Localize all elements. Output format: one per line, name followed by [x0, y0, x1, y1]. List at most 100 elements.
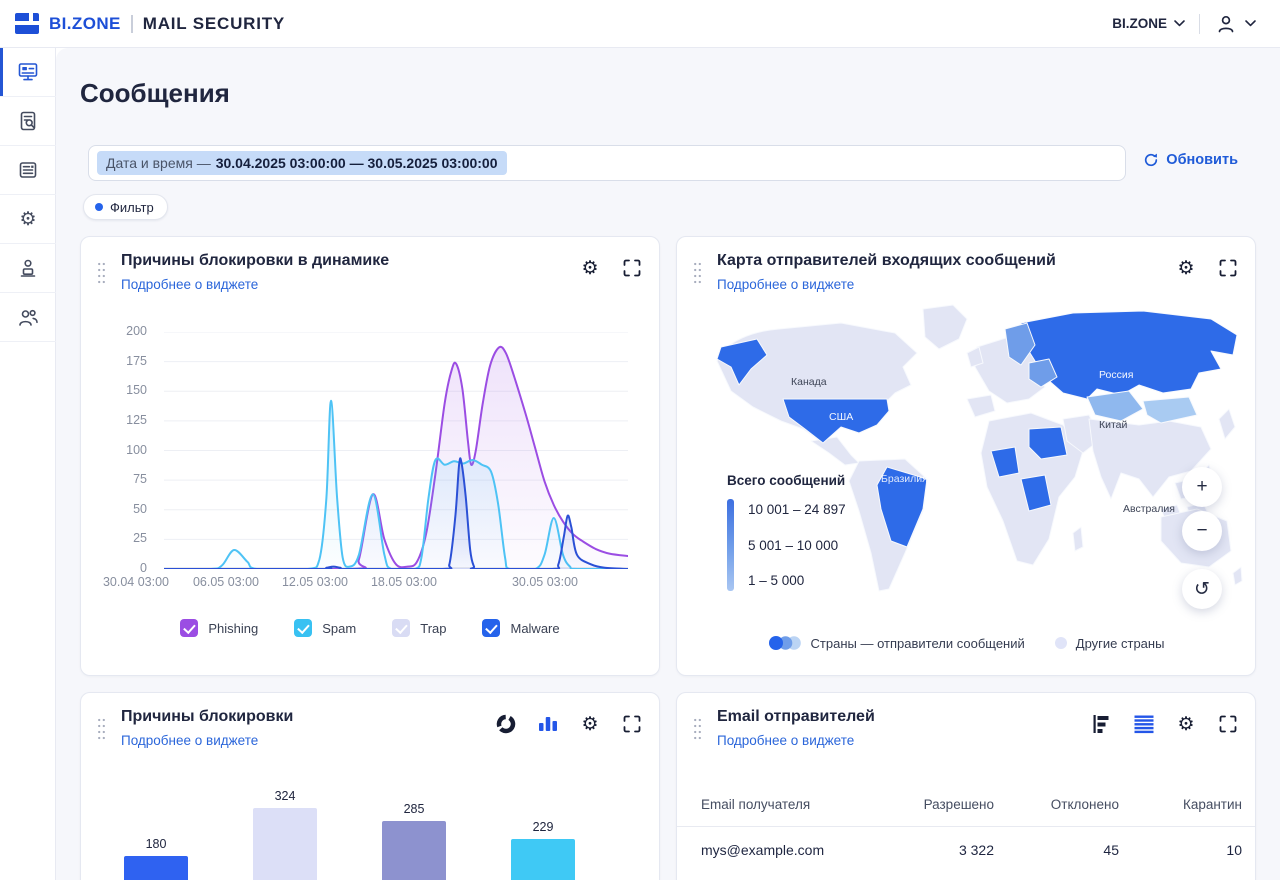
- bar-value-label: 180: [124, 837, 188, 851]
- view-hbar-button[interactable]: [1089, 711, 1115, 737]
- brand-name: BI.ZONE: [49, 14, 121, 34]
- count-cell: 45: [994, 842, 1119, 858]
- view-bars-button[interactable]: [535, 711, 561, 737]
- dashboard-monitor-icon: [17, 61, 39, 83]
- widget-expand-button[interactable]: [1215, 711, 1241, 737]
- widget-expand-button[interactable]: [619, 255, 645, 281]
- bar[interactable]: [253, 808, 317, 880]
- legend-item-spam[interactable]: Spam: [294, 619, 356, 637]
- map-label-australia: Австралия: [1123, 503, 1175, 515]
- table-row[interactable]: mys@example.com3 3224510: [677, 827, 1255, 873]
- expand-icon: [1218, 714, 1238, 734]
- legend-item-malware[interactable]: Malware: [482, 619, 559, 637]
- zoom-out-button[interactable]: −: [1182, 511, 1222, 551]
- refresh-icon: [1143, 152, 1159, 168]
- widget-details-link[interactable]: Подробнее о виджете: [121, 733, 258, 748]
- other-countries-label: Другие страны: [1076, 636, 1165, 651]
- filter-label: Фильтр: [110, 200, 154, 215]
- legend-label: Malware: [510, 621, 559, 636]
- widget-blocking-reasons: Причины блокировки Подробнее о виджете ⚙: [80, 692, 660, 880]
- sidebar-item-reports[interactable]: [0, 146, 56, 195]
- view-list-button[interactable]: [1131, 711, 1157, 737]
- sidebar-item-search-reports[interactable]: [0, 97, 56, 146]
- bar[interactable]: [124, 856, 188, 880]
- org-label: BI.ZONE: [1112, 16, 1167, 31]
- count-cell: 3 322: [894, 842, 994, 858]
- bar-value-label: 324: [253, 789, 317, 803]
- sidebar-item-operator[interactable]: [0, 244, 56, 293]
- document-report-icon: [17, 159, 39, 181]
- sidebar-item-settings[interactable]: ⚙: [0, 195, 56, 244]
- widget-details-link[interactable]: Подробнее о виджете: [717, 733, 854, 748]
- view-donut-button[interactable]: [493, 711, 519, 737]
- widget-settings-button[interactable]: ⚙: [1173, 711, 1199, 737]
- widget-expand-button[interactable]: [619, 711, 645, 737]
- column-header[interactable]: Разрешено: [894, 797, 994, 812]
- map-bottom-legend: Страны — отправители сообщений Другие ст…: [677, 635, 1255, 651]
- chevron-down-icon: [1245, 20, 1256, 27]
- map-label-brazil: Бразилия: [881, 473, 928, 485]
- y-tick-label: 150: [99, 383, 147, 397]
- widget-settings-button[interactable]: ⚙: [577, 255, 603, 281]
- user-icon: [1214, 12, 1238, 36]
- column-header[interactable]: Отклонено: [994, 797, 1119, 812]
- refresh-button[interactable]: Обновить: [1143, 152, 1238, 168]
- legend-checkbox[interactable]: [392, 619, 410, 637]
- user-menu[interactable]: [1214, 12, 1256, 36]
- widget-details-link[interactable]: Подробнее о виджете: [121, 277, 258, 292]
- org-switcher[interactable]: BI.ZONE: [1112, 16, 1185, 31]
- widget-expand-button[interactable]: [1215, 255, 1241, 281]
- bizone-logo-icon: [14, 13, 40, 35]
- horizontal-bar-chart-icon: [1091, 713, 1113, 735]
- bar[interactable]: [511, 839, 575, 880]
- drag-handle-icon[interactable]: [691, 715, 704, 746]
- legend-checkbox[interactable]: [294, 619, 312, 637]
- zoom-in-button[interactable]: +: [1182, 467, 1222, 507]
- bar-chart-icon: [537, 713, 559, 735]
- other-countries-dot-icon: [1055, 637, 1067, 649]
- legend-item-phishing[interactable]: Phishing: [180, 619, 258, 637]
- date-range-chip[interactable]: Дата и время — 30.04.2025 03:00:00 — 30.…: [97, 151, 507, 175]
- count-cell: 10: [1119, 842, 1242, 858]
- map-label-china: Китай: [1099, 419, 1128, 431]
- other-countries-legend[interactable]: Другие страны: [1055, 636, 1165, 651]
- column-header[interactable]: Email получателя: [701, 797, 894, 812]
- filter-dot-icon: [95, 203, 103, 211]
- date-range-input[interactable]: Дата и время — 30.04.2025 03:00:00 — 30.…: [88, 145, 1126, 181]
- map-legend-title: Всего сообщений: [727, 473, 846, 488]
- sidebar-item-messages[interactable]: [0, 48, 56, 97]
- bar[interactable]: [382, 821, 446, 880]
- map-range-label: 1 – 5 000: [748, 573, 846, 588]
- drag-handle-icon[interactable]: [95, 259, 108, 290]
- map-label-canada: Канада: [791, 376, 827, 388]
- email-cell: mys@example.com: [701, 842, 894, 858]
- drag-handle-icon[interactable]: [95, 715, 108, 746]
- legend-checkbox[interactable]: [180, 619, 198, 637]
- widget-blocking-dynamics: Причины блокировки в динамике Подробнее …: [80, 236, 660, 676]
- sender-countries-legend[interactable]: Страны — отправители сообщений: [768, 635, 1025, 651]
- divider: [1199, 14, 1200, 34]
- y-tick-label: 25: [99, 531, 147, 545]
- legend-label: Trap: [420, 621, 446, 636]
- column-header[interactable]: Карантин: [1119, 797, 1242, 812]
- y-tick-label: 0: [99, 561, 147, 575]
- legend-item-trap[interactable]: Trap: [392, 619, 446, 637]
- settings-gear-icon: ⚙: [19, 210, 36, 229]
- chart-legend: Phishing Spam Trap Malware: [81, 619, 659, 637]
- sidebar-item-users[interactable]: [0, 293, 56, 342]
- donut-chart-icon: [495, 713, 517, 735]
- widget-settings-button[interactable]: ⚙: [1173, 255, 1199, 281]
- drag-handle-icon[interactable]: [691, 259, 704, 290]
- users-icon: [17, 306, 39, 328]
- refresh-label: Обновить: [1166, 152, 1238, 168]
- legend-checkbox[interactable]: [482, 619, 500, 637]
- widget-sender-emails: Email отправителей Подробнее о виджете: [676, 692, 1256, 880]
- filter-button[interactable]: Фильтр: [83, 194, 168, 220]
- widget-title: Причины блокировки в динамике: [121, 252, 389, 270]
- widget-settings-button[interactable]: ⚙: [577, 711, 603, 737]
- reset-zoom-button[interactable]: ↺: [1182, 569, 1222, 609]
- widget-details-link[interactable]: Подробнее о виджете: [717, 277, 854, 292]
- x-tick-label: 18.05 03:00: [371, 575, 437, 589]
- expand-icon: [622, 258, 642, 278]
- map-range-label: 5 001 – 10 000: [748, 538, 846, 553]
